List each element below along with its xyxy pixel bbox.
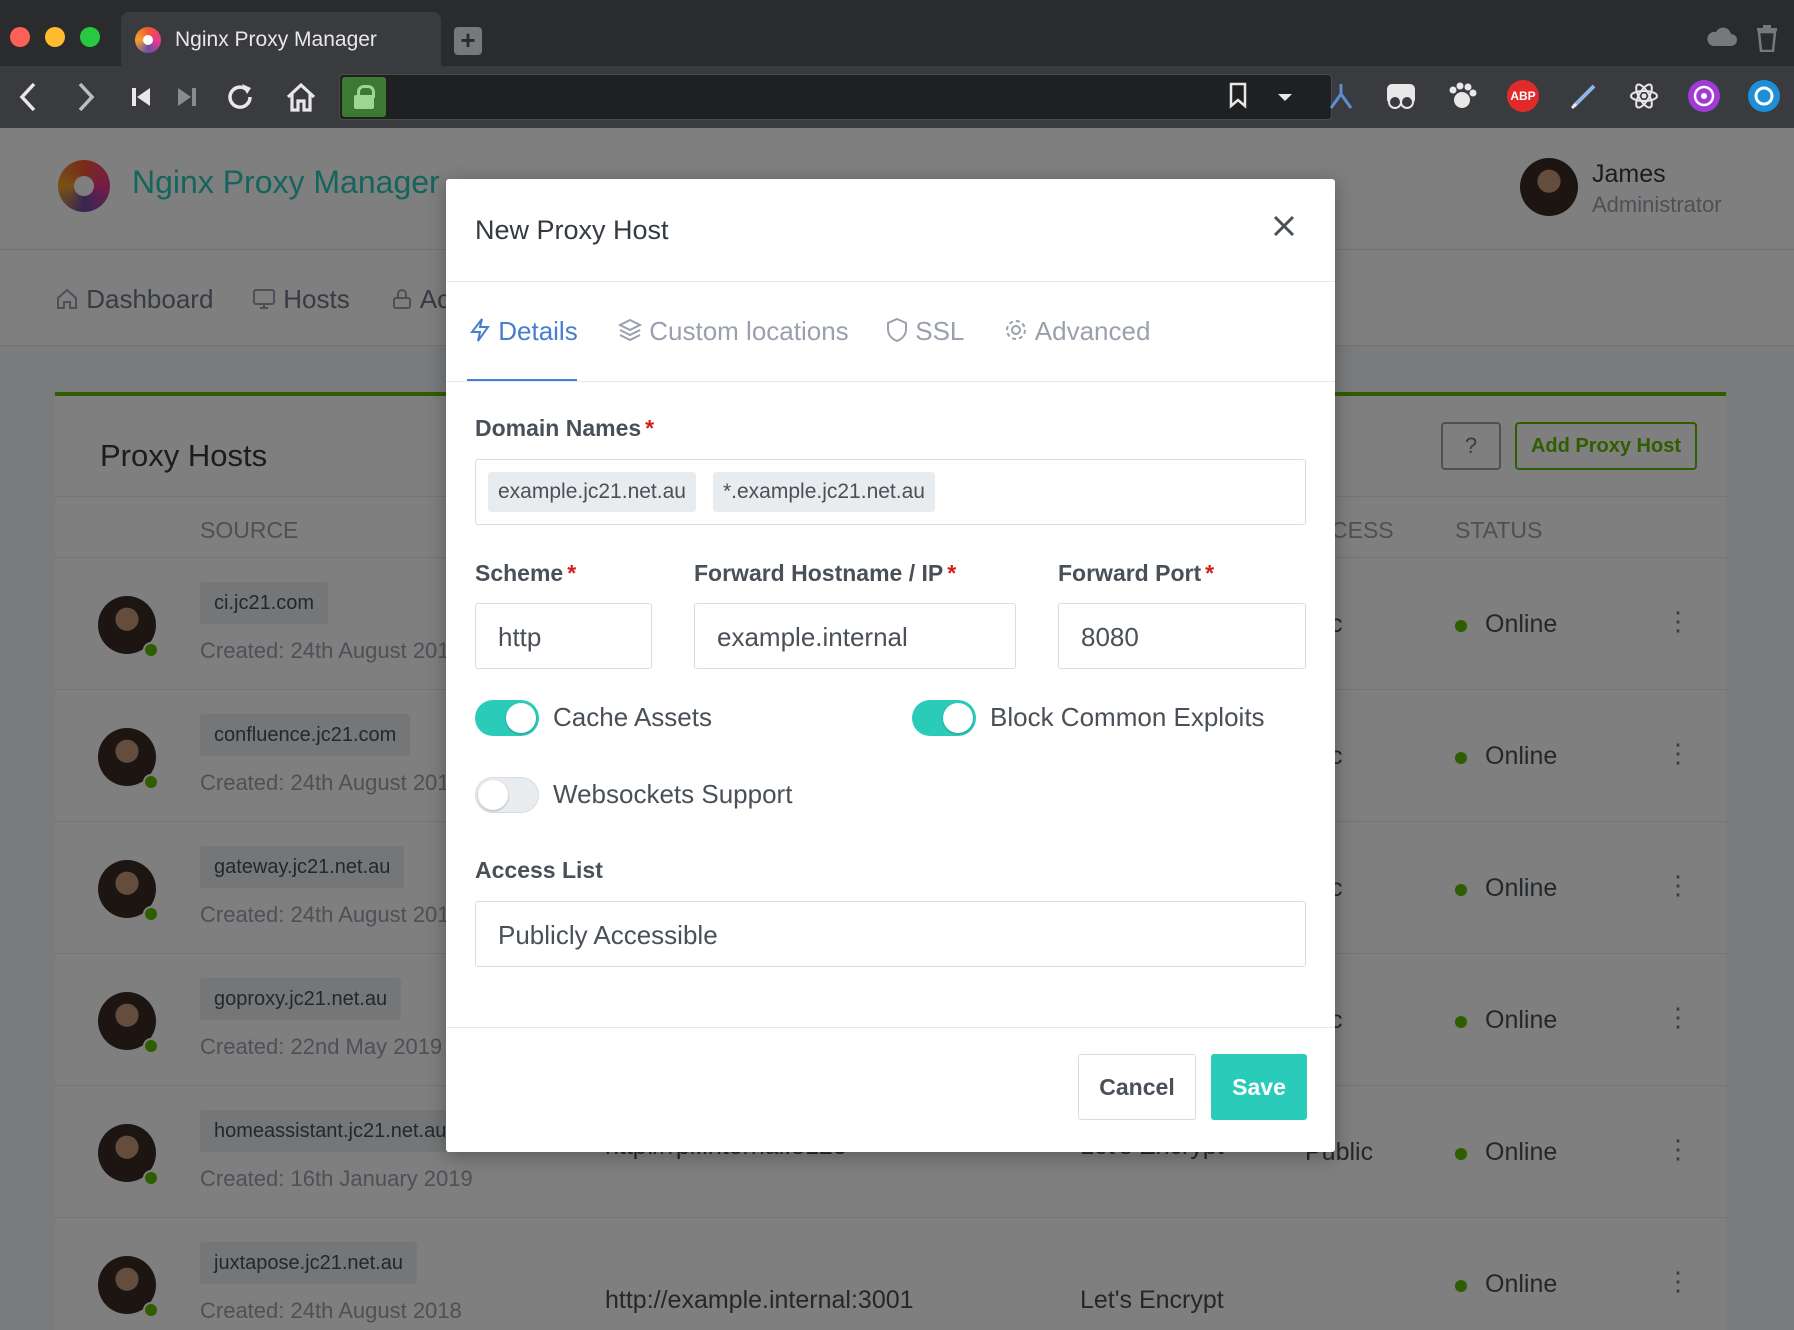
scheme-select[interactable]: http: [475, 603, 652, 669]
cache-assets-label: Cache Assets: [553, 702, 712, 732]
access-list-select[interactable]: Publicly Accessible: [475, 901, 1306, 967]
tab-custom-locations[interactable]: Custom locations: [618, 316, 849, 347]
browser-titlebar: Nginx Proxy Manager +: [0, 0, 1794, 66]
secure-lock-icon: [342, 77, 386, 117]
gear-icon: [1006, 320, 1026, 340]
websockets-support-label: Websockets Support: [553, 779, 793, 809]
required-marker: *: [645, 415, 655, 441]
tab-advanced[interactable]: Advanced: [1003, 316, 1150, 347]
new-proxy-host-modal: New Proxy Host Details Custom locations …: [446, 179, 1335, 1152]
access-list-label: Access List: [475, 857, 603, 883]
domain-names-label: Domain Names *: [475, 415, 655, 441]
react-devtools-icon[interactable]: [1628, 80, 1660, 112]
fast-forward-icon[interactable]: [174, 80, 200, 114]
cancel-button[interactable]: Cancel: [1078, 1054, 1196, 1120]
modal-tabs: Details Custom locations SSL Advanced: [446, 282, 1335, 382]
forward-icon[interactable]: [72, 80, 100, 114]
close-icon[interactable]: [1269, 207, 1299, 243]
block-common-exploits-toggle[interactable]: [912, 700, 976, 736]
window-close-button[interactable]: [10, 27, 30, 47]
extension-paw-icon[interactable]: [1446, 80, 1478, 112]
toggle-knob: [943, 703, 973, 733]
required-marker: *: [1205, 560, 1215, 586]
browser-toolbar: ABP: [0, 66, 1794, 128]
toggle-knob: [506, 703, 536, 733]
home-browser-icon[interactable]: [284, 80, 318, 114]
block-common-exploits-label: Block Common Exploits: [990, 702, 1265, 732]
modal-footer: Cancel Save: [446, 1027, 1335, 1152]
nginx-logo-icon: [135, 27, 161, 53]
forward-port-label: Forward Port *: [1058, 560, 1215, 586]
tab-label: Custom locations: [649, 316, 849, 346]
active-tab-indicator: [467, 379, 577, 381]
domain-chip[interactable]: example.jc21.net.au: [488, 472, 696, 512]
modal-header: New Proxy Host: [446, 179, 1335, 282]
chevron-down-icon[interactable]: [1275, 83, 1295, 111]
forward-port-input[interactable]: 8080: [1058, 603, 1306, 669]
access-list-value: Publicly Accessible: [498, 920, 718, 950]
toggle-knob: [478, 780, 508, 810]
extension-glasses-icon[interactable]: [1385, 80, 1417, 112]
tab-ssl[interactable]: SSL: [886, 316, 964, 347]
extension-pen-icon[interactable]: [1568, 80, 1600, 112]
tab-details[interactable]: Details: [469, 316, 578, 347]
reload-icon[interactable]: [224, 80, 256, 114]
bolt-icon: [469, 318, 490, 342]
required-marker: *: [567, 560, 577, 586]
cache-assets-toggle[interactable]: [475, 700, 539, 736]
forward-hostname-input[interactable]: example.internal: [694, 603, 1016, 669]
browser-tab[interactable]: Nginx Proxy Manager: [121, 12, 441, 66]
cloud-icon[interactable]: [1705, 26, 1737, 50]
browser-tab-title: Nginx Proxy Manager: [175, 28, 377, 51]
extension-blue-icon[interactable]: [1748, 80, 1780, 112]
forward-hostname-label: Forward Hostname / IP *: [694, 560, 957, 586]
back-icon[interactable]: [14, 80, 42, 114]
rewind-icon[interactable]: [128, 80, 154, 114]
extension-fork-icon[interactable]: [1325, 80, 1357, 112]
forward-hostname-value: example.internal: [717, 622, 908, 652]
window-zoom-button[interactable]: [80, 27, 100, 47]
new-tab-button[interactable]: +: [454, 27, 482, 55]
save-button[interactable]: Save: [1211, 1054, 1307, 1120]
tab-label: Advanced: [1034, 316, 1151, 346]
extension-purple-icon[interactable]: [1688, 80, 1720, 112]
bookmark-icon[interactable]: [1227, 81, 1249, 109]
shield-icon: [887, 317, 907, 343]
modal-title: New Proxy Host: [475, 215, 669, 245]
scheme-label: Scheme *: [475, 560, 577, 586]
address-bar[interactable]: [339, 74, 1332, 120]
forward-port-value: 8080: [1081, 622, 1139, 652]
required-marker: *: [947, 560, 957, 586]
window-minimize-button[interactable]: [45, 27, 65, 47]
adblock-icon[interactable]: ABP: [1507, 80, 1539, 112]
tab-label: SSL: [915, 316, 965, 346]
trash-icon[interactable]: [1755, 24, 1779, 52]
scheme-value: http: [498, 622, 542, 652]
domain-names-input[interactable]: example.jc21.net.au *.example.jc21.net.a…: [475, 459, 1306, 525]
tab-label: Details: [498, 316, 578, 346]
layers-icon: [618, 318, 642, 342]
domain-chip[interactable]: *.example.jc21.net.au: [713, 472, 935, 512]
websockets-support-toggle[interactable]: [475, 777, 539, 813]
